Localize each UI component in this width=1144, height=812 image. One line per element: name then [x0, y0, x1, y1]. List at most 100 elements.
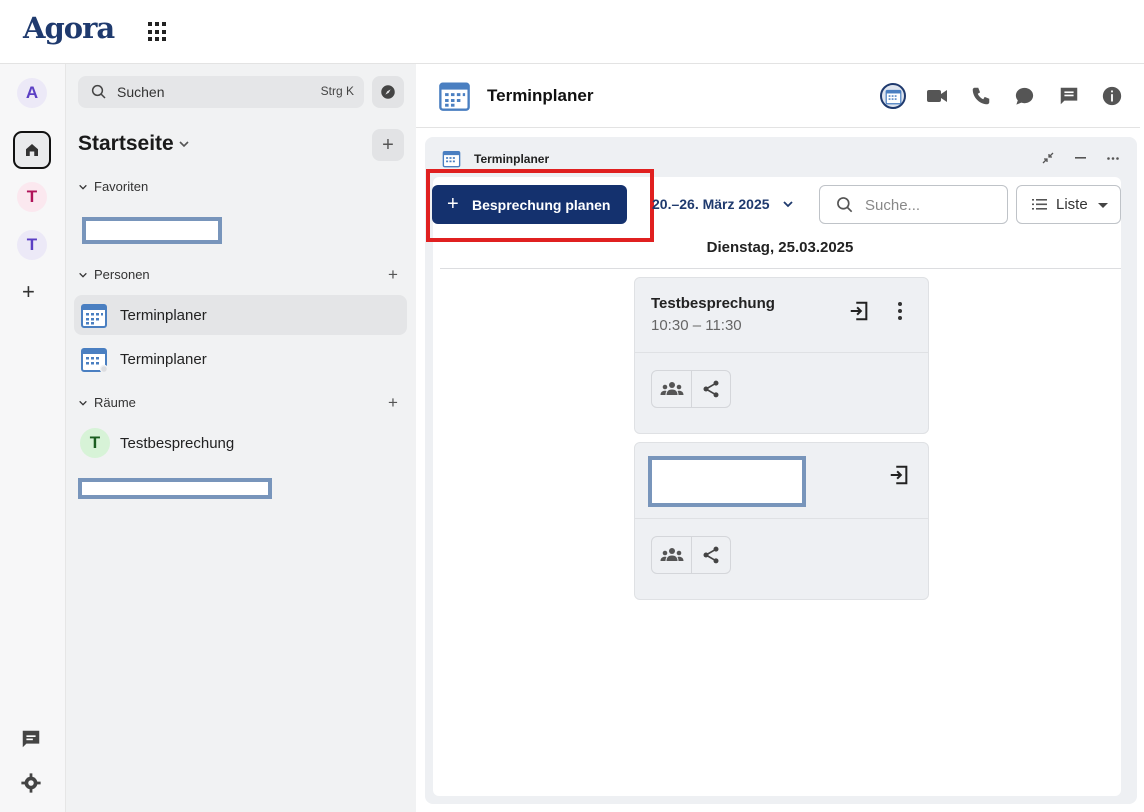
search-placeholder: Suchen [117, 84, 165, 100]
share-icon [703, 546, 719, 564]
card-actions [651, 370, 731, 408]
section-rooms[interactable]: Räume [78, 395, 136, 410]
meeting-time: 10:30 – 11:30 [651, 317, 742, 334]
share-button[interactable] [691, 371, 730, 407]
redacted-item [648, 456, 806, 507]
meeting-search-input[interactable]: Suche... [819, 185, 1008, 224]
chevron-down-icon [79, 400, 87, 406]
chat-bubble-icon [1015, 87, 1033, 105]
widget-toggle-button[interactable] [880, 83, 906, 109]
space-avatar[interactable]: T [17, 230, 47, 260]
sidebar-item-testbesprechung[interactable]: T Testbesprechung [74, 423, 407, 463]
add-space-button[interactable]: + [22, 279, 35, 305]
sidebar-item-label: Terminplaner [120, 306, 207, 324]
sidebar-item-label: Terminplaner [120, 350, 207, 368]
view-mode-label: Liste [1056, 196, 1088, 213]
spaces-rail: A T T + [0, 64, 66, 812]
search-input[interactable]: Suchen Strg K [78, 76, 364, 108]
schedule-meeting-button[interactable]: + Besprechung planen [432, 185, 627, 224]
widget-title: Terminplaner [474, 152, 550, 166]
main-area: Terminplaner Terminplaner + Besprechung … [416, 64, 1144, 812]
divider [635, 352, 928, 353]
add-person-button[interactable]: + [388, 265, 398, 285]
chat-button[interactable] [1056, 83, 1082, 109]
apps-grid-icon[interactable] [148, 22, 168, 42]
divider [635, 518, 928, 519]
sidebar-item-terminplaner[interactable]: Terminplaner [74, 295, 407, 335]
chevron-down-icon [782, 201, 793, 208]
calendar-icon [81, 304, 107, 328]
participants-button[interactable] [652, 537, 691, 573]
view-mode-dropdown[interactable]: Liste [1016, 185, 1121, 224]
feedback-icon[interactable] [20, 728, 44, 752]
add-room-button[interactable]: + [388, 393, 398, 413]
room-title: Terminplaner [487, 86, 594, 105]
search-icon [91, 84, 106, 99]
section-label: Räume [94, 395, 136, 410]
search-placeholder: Suche... [865, 197, 921, 214]
card-actions [651, 536, 731, 574]
user-avatar[interactable]: A [17, 78, 47, 108]
add-button[interactable]: + [372, 129, 404, 161]
settings-gear-icon[interactable] [20, 772, 44, 796]
section-label: Personen [94, 267, 150, 282]
video-call-button[interactable] [924, 83, 950, 109]
info-icon [1102, 86, 1122, 106]
meeting-title: Testbesprechung [651, 295, 775, 312]
minimize-arrows-icon[interactable] [1042, 152, 1054, 164]
page-title[interactable]: Startseite [78, 132, 174, 156]
people-icon [660, 382, 683, 395]
app-logo[interactable]: Agora [23, 11, 115, 45]
divider [440, 268, 1121, 269]
date-range-picker[interactable]: 20.–26. März 2025 [652, 196, 794, 212]
share-icon [703, 380, 719, 398]
redacted-item [82, 217, 222, 244]
plus-icon: + [447, 193, 459, 215]
day-heading: Dienstag, 25.03.2025 [706, 239, 854, 256]
calendar-icon [81, 348, 108, 373]
video-camera-icon [927, 90, 947, 102]
search-icon [837, 197, 853, 213]
sidebar-item-label: Testbesprechung [120, 434, 235, 452]
chevron-down-icon [79, 184, 87, 190]
people-icon [660, 548, 683, 561]
calendar-icon [885, 89, 901, 104]
calendar-icon [442, 151, 461, 168]
more-horizontal-icon[interactable] [1107, 157, 1119, 160]
home-icon [26, 144, 38, 156]
meeting-card[interactable]: Testbesprechung 10:30 – 11:30 [634, 277, 929, 434]
redacted-item [78, 478, 272, 499]
chevron-down-icon [79, 272, 87, 278]
section-label: Favoriten [94, 179, 149, 194]
sidebar: Suchen Strg K Startseite + Favoriten Per… [66, 64, 416, 812]
chevron-down-icon[interactable] [178, 138, 190, 150]
search-shortcut: Strg K [320, 84, 354, 98]
voice-call-button[interactable] [968, 83, 994, 109]
space-avatar[interactable]: T [17, 182, 47, 212]
meeting-card[interactable] [634, 442, 929, 600]
message-icon [1060, 87, 1078, 105]
threads-button[interactable] [1011, 83, 1037, 109]
button-label: Besprechung planen [472, 196, 611, 213]
top-bar: Agora [0, 0, 1144, 64]
room-header: Terminplaner [416, 64, 1140, 128]
room-avatar: T [80, 428, 110, 458]
sidebar-item-terminplaner[interactable]: Terminplaner [74, 339, 407, 379]
section-people[interactable]: Personen [78, 267, 150, 282]
explore-button[interactable] [372, 76, 404, 108]
caret-down-icon [1098, 203, 1108, 208]
more-vertical-icon[interactable] [893, 300, 907, 322]
list-icon [1032, 199, 1047, 210]
home-button[interactable] [13, 131, 51, 169]
participants-button[interactable] [652, 371, 691, 407]
section-favorites[interactable]: Favoriten [78, 179, 148, 194]
phone-icon [972, 87, 990, 105]
room-info-button[interactable] [1099, 83, 1125, 109]
join-room-icon[interactable] [848, 300, 870, 322]
share-button[interactable] [691, 537, 730, 573]
date-range-label: 20.–26. März 2025 [652, 196, 770, 212]
minus-icon[interactable] [1075, 157, 1086, 159]
join-room-icon[interactable] [888, 464, 910, 486]
compass-icon [381, 85, 395, 99]
calendar-icon [439, 82, 470, 111]
